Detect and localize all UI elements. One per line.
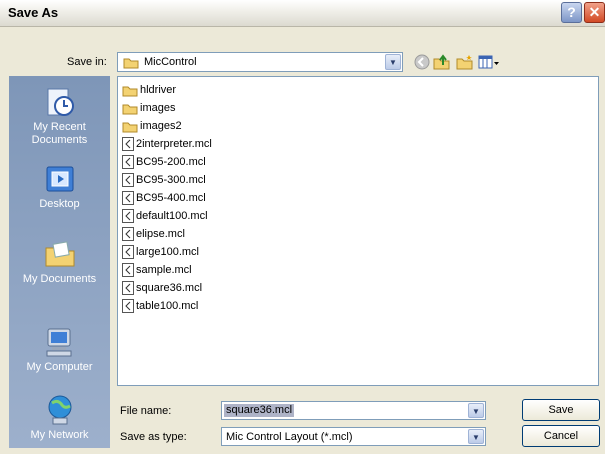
mcl-file-icon	[122, 209, 134, 224]
up-one-level-icon[interactable]	[433, 54, 451, 70]
my-computer-icon	[46, 328, 71, 357]
file-name: 2interpreter.mcl	[136, 138, 212, 150]
mcl-file-icon	[122, 281, 134, 296]
place-my-computer[interactable]: My Computer	[9, 326, 110, 374]
file-list-item[interactable]: BC95-400.mcl	[122, 189, 206, 207]
file-list-item[interactable]: BC95-300.mcl	[122, 171, 206, 189]
file-list-item[interactable]: table100.mcl	[122, 297, 198, 315]
file-name: images2	[140, 120, 182, 132]
file-name: table100.mcl	[136, 300, 199, 312]
save-as-type-value: Mic Control Layout (*.mcl)	[226, 431, 353, 443]
recent-documents-icon	[47, 88, 74, 116]
folder-icon	[123, 58, 139, 69]
save-as-type-label: Save as type:	[120, 431, 187, 443]
file-name-dropdown-button[interactable]: ▼	[468, 403, 484, 418]
mcl-file-icon	[122, 137, 134, 152]
file-name-input[interactable]: square36.mcl ▼	[221, 401, 486, 420]
my-network-icon	[48, 395, 71, 425]
close-button[interactable]: ✕	[584, 2, 605, 23]
place-my-network[interactable]: My Network	[9, 394, 110, 442]
mcl-file-icon	[122, 245, 134, 260]
place-my-documents[interactable]: My Documents	[9, 238, 110, 286]
file-list-item[interactable]: elipse.mcl	[122, 225, 185, 243]
cancel-button[interactable]: Cancel	[522, 425, 600, 447]
file-name: BC95-300.mcl	[136, 174, 206, 186]
folder-icon	[122, 122, 138, 133]
mcl-file-icon	[122, 155, 134, 170]
file-name: hldriver	[140, 84, 177, 96]
file-name-label: File name:	[120, 405, 172, 417]
file-list-item[interactable]: square36.mcl	[122, 279, 202, 297]
my-documents-icon	[45, 241, 74, 267]
file-name: square36.mcl	[136, 282, 203, 294]
file-name: large100.mcl	[136, 246, 199, 258]
mcl-file-icon	[122, 191, 134, 206]
place-label: My Recent Documents	[31, 121, 88, 146]
file-name: BC95-200.mcl	[136, 156, 206, 168]
new-folder-icon[interactable]	[456, 54, 474, 70]
folder-list-item[interactable]: images2	[122, 117, 182, 135]
save-as-type-dropdown-button[interactable]: ▼	[468, 429, 484, 444]
views-menu-icon[interactable]	[478, 54, 500, 70]
save-in-label: Save in:	[67, 56, 107, 68]
place-label: My Documents	[22, 273, 97, 285]
place-my-recent-documents[interactable]: My Recent Documents	[9, 86, 110, 147]
save-in-dropdown-button[interactable]: ▼	[385, 54, 401, 70]
file-name: default100.mcl	[136, 210, 208, 222]
mcl-file-icon	[122, 263, 134, 278]
folder-icon	[122, 104, 138, 115]
mcl-file-icon	[122, 227, 134, 242]
file-list-item[interactable]: BC95-200.mcl	[122, 153, 206, 171]
title-bar[interactable]: Save As ? ✕	[0, 0, 605, 27]
mcl-file-icon	[122, 173, 134, 188]
window-title: Save As	[8, 5, 59, 20]
file-name-value: square36.mcl	[224, 404, 295, 417]
save-as-type-select[interactable]: Mic Control Layout (*.mcl) ▼	[221, 427, 486, 446]
file-list-item[interactable]: large100.mcl	[122, 243, 199, 261]
mcl-file-icon	[122, 299, 134, 314]
save-in-value: MicControl	[144, 56, 197, 68]
file-name: BC95-400.mcl	[136, 192, 206, 204]
file-list-item[interactable]: sample.mcl	[122, 261, 192, 279]
folder-list-item[interactable]: hldriver	[122, 81, 176, 99]
place-label: Desktop	[39, 198, 80, 210]
back-icon[interactable]	[414, 54, 430, 70]
place-label: My Computer	[26, 361, 93, 373]
file-list-item[interactable]: default100.mcl	[122, 207, 208, 225]
file-name: images	[140, 102, 176, 114]
file-name: sample.mcl	[136, 264, 192, 276]
save-button[interactable]: Save	[522, 399, 600, 421]
places-bar: My Recent Documents Desktop My Documents	[9, 76, 110, 448]
place-desktop[interactable]: Desktop	[9, 163, 110, 211]
file-name: elipse.mcl	[136, 228, 185, 240]
help-button[interactable]: ?	[561, 2, 582, 23]
folder-icon	[122, 86, 138, 97]
file-list-item[interactable]: 2interpreter.mcl	[122, 135, 212, 153]
place-label: My Network	[30, 429, 89, 441]
desktop-icon	[46, 166, 73, 192]
folder-list-item[interactable]: images	[122, 99, 175, 117]
file-list[interactable]: hldriver images images2 2interpreter.mcl BC9…	[117, 76, 599, 386]
save-in-combo[interactable]: MicControl ▼	[117, 52, 403, 72]
save-as-dialog: Save As ? ✕ Save in: MicControl ▼ My Rec…	[0, 0, 605, 454]
